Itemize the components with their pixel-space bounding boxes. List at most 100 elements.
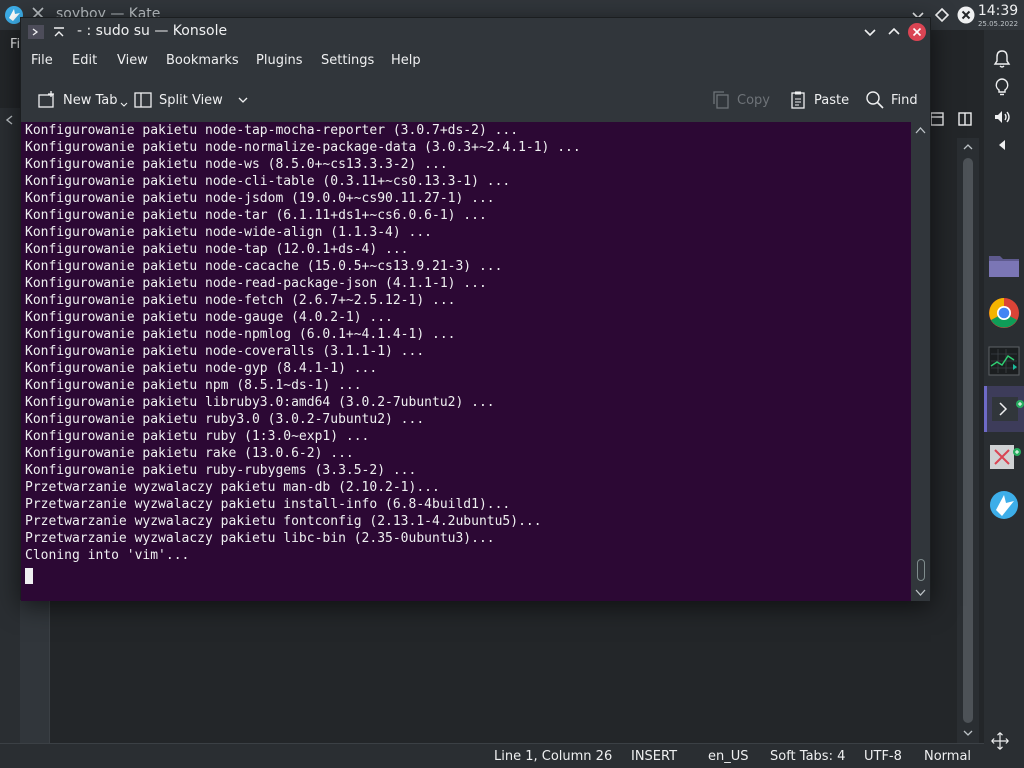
dock-app-files[interactable] [984, 242, 1024, 288]
terminal-line: Konfigurowanie pakietu node-coveralls (3… [25, 344, 425, 359]
kate-sidebar-rail [0, 108, 20, 743]
terminal-line: Konfigurowanie pakietu rake (13.0.6-2) .… [25, 446, 354, 461]
konsole-icon [992, 397, 1024, 421]
scroll-up-arrow-icon[interactable] [915, 126, 926, 135]
kate-statusbar: Line 1, Column 26 INSERT en_US Soft Tabs… [0, 743, 984, 768]
menu-edit[interactable]: Edit [72, 53, 97, 68]
terminal-line: Konfigurowanie pakietu ruby3.0 (3.0.2-7u… [25, 412, 425, 427]
split-view-button[interactable]: Split View [133, 88, 249, 112]
bell-icon[interactable] [992, 48, 1012, 70]
dock-app-kate[interactable] [984, 434, 1024, 480]
terminal-line: Konfigurowanie pakietu ruby (1:3.0~exp1)… [25, 429, 370, 444]
scroll-down-arrow-icon[interactable] [915, 588, 926, 597]
terminal-line: Cloning into 'vim'... [25, 548, 190, 563]
chrome-icon [989, 298, 1019, 328]
digital-clock[interactable]: 14:39 25.05.2022 [976, 2, 1020, 28]
kate-menu-file[interactable]: Fi [10, 37, 20, 52]
clock-date: 25.05.2022 [977, 20, 1019, 28]
close-circle-icon[interactable] [956, 5, 976, 25]
find-button[interactable]: Find [865, 88, 918, 112]
konsole-toolbar: New Tab Split View Copy Paste Find [21, 84, 930, 116]
keep-above-icon[interactable] [52, 25, 66, 39]
dock-app-konsole[interactable] [984, 386, 1024, 432]
konsole-window-title: - : sudo su — Konsole [77, 23, 228, 39]
copy-icon [713, 91, 729, 109]
search-icon [866, 91, 884, 109]
split-view-label: Split View [159, 92, 223, 108]
close-window-icon[interactable] [907, 22, 927, 42]
spellcheck-language[interactable]: en_US [708, 749, 749, 764]
find-label: Find [891, 92, 918, 108]
kate-icon [990, 445, 1021, 469]
collapse-arrow-icon[interactable] [992, 134, 1012, 156]
folder-icon [989, 256, 1019, 277]
volume-icon[interactable] [992, 106, 1012, 128]
right-dock-panel [984, 30, 1024, 768]
menu-file[interactable]: File [31, 53, 53, 68]
terminal-line: Konfigurowanie pakietu node-npmlog (6.0.… [25, 327, 456, 342]
konsole-menubar: File Edit View Bookmarks Plugins Setting… [21, 46, 930, 76]
dropdown-arrow-icon [120, 102, 127, 107]
terminal-line: Konfigurowanie pakietu node-gauge (4.0.2… [25, 310, 393, 325]
konsole-titlebar[interactable]: - : sudo su — Konsole [21, 18, 930, 46]
paste-button[interactable]: Paste [788, 88, 849, 112]
menu-help[interactable]: Help [391, 53, 421, 68]
indentation-setting[interactable]: Soft Tabs: 4 [770, 749, 845, 764]
terminal-output[interactable]: Konfigurowanie pakietu node-tap-mocha-re… [21, 122, 911, 601]
maximize-icon[interactable] [886, 24, 902, 40]
terminal-line: Konfigurowanie pakietu node-cacache (15.… [25, 259, 503, 274]
dock-app-system-monitor[interactable] [984, 338, 1024, 384]
editor-scrollbar-thumb[interactable] [963, 158, 973, 723]
copy-label: Copy [737, 92, 770, 108]
dock-app-chrome[interactable] [984, 290, 1024, 336]
terminal-scrollbar-thumb[interactable] [917, 559, 925, 581]
minimize-icon[interactable] [862, 24, 878, 40]
scroll-up-arrow-icon[interactable] [962, 142, 974, 152]
menu-settings[interactable]: Settings [321, 53, 374, 68]
terminal-line: Konfigurowanie pakietu node-gyp (8.4.1-1… [25, 361, 378, 376]
chevron-down-icon [238, 97, 248, 103]
split-view-icon [134, 92, 152, 108]
clock-time: 14:39 [977, 3, 1019, 19]
terminal-line: Konfigurowanie pakietu node-cli-table (0… [25, 174, 511, 189]
editor-scrollbar[interactable] [957, 138, 979, 743]
terminal-line: Konfigurowanie pakietu node-normalize-pa… [25, 140, 581, 155]
new-tab-button[interactable]: New Tab [37, 88, 128, 112]
paste-label: Paste [814, 92, 850, 108]
edit-mode[interactable]: INSERT [631, 749, 677, 764]
diamond-icon[interactable] [932, 5, 952, 25]
menu-bookmarks[interactable]: Bookmarks [166, 53, 239, 68]
dock-app-launcher[interactable] [984, 482, 1024, 528]
chevron-left-icon[interactable] [4, 114, 16, 126]
scroll-down-arrow-icon[interactable] [962, 728, 974, 738]
terminal-line: Przetwarzanie wyzwalaczy pakietu fontcon… [25, 514, 542, 529]
move-handle-icon[interactable] [990, 730, 1010, 752]
terminal-lines: Konfigurowanie pakietu node-tap-mocha-re… [25, 122, 581, 564]
terminal-line: Konfigurowanie pakietu ruby-rubygems (3.… [25, 463, 417, 478]
konsole-window: - : sudo su — Konsole File Edit View Boo… [20, 17, 931, 601]
terminal-line: Konfigurowanie pakietu libruby3.0:amd64 … [25, 395, 495, 410]
input-mode[interactable]: Normal [924, 749, 971, 764]
copy-button[interactable]: Copy [711, 88, 770, 112]
terminal-line: Konfigurowanie pakietu node-tar (6.1.11+… [25, 208, 487, 223]
menu-plugins[interactable]: Plugins [256, 53, 303, 68]
split-columns-icon[interactable] [956, 110, 974, 128]
bulb-icon[interactable] [992, 76, 1012, 98]
terminal-cursor [25, 568, 33, 584]
terminal-line: Konfigurowanie pakietu node-read-package… [25, 276, 487, 291]
terminal-line: Konfigurowanie pakietu node-jsdom (19.0.… [25, 191, 495, 206]
konsole-app-icon [28, 25, 44, 39]
terminal-line: Konfigurowanie pakietu node-wide-align (… [25, 225, 432, 240]
new-tab-icon [38, 91, 54, 108]
terminal-line: Przetwarzanie wyzwalaczy pakietu install… [25, 497, 511, 512]
terminal-line: Przetwarzanie wyzwalaczy pakietu man-db … [25, 480, 440, 495]
terminal-line: Przetwarzanie wyzwalaczy pakietu libc-bi… [25, 531, 495, 546]
menu-view[interactable]: View [117, 53, 148, 68]
paste-icon [791, 91, 805, 109]
cursor-position[interactable]: Line 1, Column 26 [494, 749, 612, 764]
new-tab-label: New Tab [63, 92, 118, 108]
terminal-line: Konfigurowanie pakietu npm (8.5.1~ds-1) … [25, 378, 362, 393]
system-monitor-icon [988, 346, 1020, 376]
encoding[interactable]: UTF-8 [864, 749, 902, 764]
terminal-scrollbar[interactable] [911, 122, 930, 601]
